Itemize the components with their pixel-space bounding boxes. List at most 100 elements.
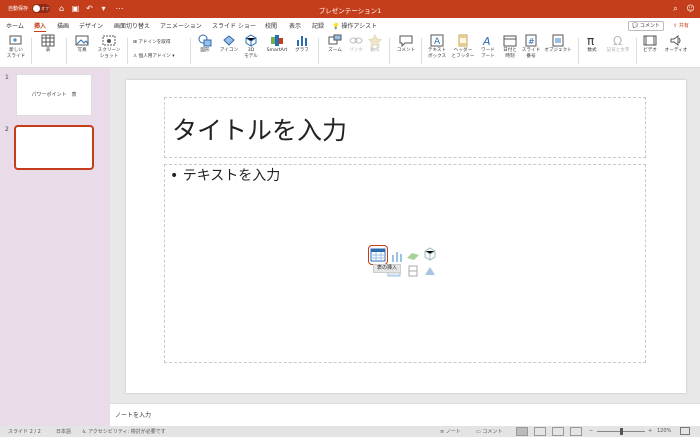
- normal-view-button[interactable]: [516, 427, 528, 436]
- insert-video-icon[interactable]: [408, 265, 418, 277]
- photo-button[interactable]: 写真: [70, 34, 94, 54]
- zoom-out-button[interactable]: −: [589, 428, 593, 434]
- tab-slideshow[interactable]: スライド ショー: [212, 21, 256, 30]
- slideshow-button[interactable]: [570, 427, 582, 436]
- tab-design[interactable]: デザイン: [79, 21, 103, 30]
- slide-number-button[interactable]: # スライド 番号: [520, 34, 542, 60]
- svg-text:π: π: [587, 34, 594, 47]
- equation-button[interactable]: π 数式: [582, 34, 602, 54]
- search-icon[interactable]: ⌕: [671, 4, 680, 13]
- icons-button[interactable]: アイコン: [218, 34, 240, 54]
- title-placeholder-text: タイトルを入力: [172, 116, 348, 145]
- slide-canvas[interactable]: タイトルを入力 • テキストを入力 表の挿入: [126, 80, 686, 393]
- comment-button[interactable]: 💬 コメント: [628, 21, 664, 31]
- tooltip: 表の挿入: [373, 264, 402, 273]
- zoom-button[interactable]: ズーム: [324, 34, 346, 54]
- header-footer-button[interactable]: ヘッダー とフッター: [450, 34, 476, 60]
- zoom-slider-thumb[interactable]: [620, 428, 623, 435]
- wordart-button[interactable]: A ワード アート: [477, 34, 499, 60]
- tab-draw[interactable]: 描画: [57, 21, 69, 30]
- tab-home[interactable]: ホーム: [6, 21, 24, 30]
- table-icon: [41, 34, 55, 47]
- fit-to-window-button[interactable]: [680, 427, 690, 435]
- slide-thumbnail-1[interactable]: パワーポイント 表: [16, 74, 92, 116]
- insert-3d-model-icon[interactable]: [423, 247, 437, 261]
- get-addins-button[interactable]: ⊞ アドインを取得: [133, 40, 189, 46]
- video-button[interactable]: ビデオ: [640, 34, 660, 54]
- notes-toggle[interactable]: ≡ ノート: [440, 428, 461, 435]
- 3d-models-button[interactable]: 3D モデル: [242, 34, 260, 60]
- chart-icon: [297, 36, 307, 46]
- omega-icon: Ω: [613, 34, 622, 47]
- zoom-level[interactable]: 120%: [657, 428, 671, 434]
- shapes-icon: [198, 34, 212, 47]
- pi-icon: π: [587, 34, 594, 47]
- insert-table-icon[interactable]: [368, 245, 388, 265]
- smartart-button[interactable]: SmartArt: [263, 34, 291, 54]
- speaker-icon: [670, 35, 681, 46]
- new-slide-icon: [9, 35, 22, 45]
- tab-animations[interactable]: アニメーション: [160, 21, 202, 30]
- tab-transitions[interactable]: 画面切り替え: [114, 21, 150, 30]
- shapes-button[interactable]: 図形: [195, 34, 215, 54]
- svg-text:A: A: [434, 37, 441, 47]
- star-icon: [368, 34, 382, 47]
- tab-view[interactable]: 表示: [289, 21, 301, 30]
- video-icon: [643, 35, 657, 46]
- slide-counter: スライド 2 / 2: [8, 429, 41, 435]
- textbox-icon: A: [430, 34, 444, 47]
- comment-insert-button[interactable]: コメント: [394, 34, 418, 54]
- language-status[interactable]: 日本語: [56, 428, 71, 435]
- wordart-icon: A: [482, 35, 491, 47]
- photo-icon: [75, 35, 89, 46]
- tab-tell-me[interactable]: 💡 操作アシスト: [332, 21, 377, 30]
- thumbnail-text: パワーポイント 表: [31, 92, 77, 98]
- audio-button[interactable]: オーディオ: [663, 34, 689, 54]
- smartart-icon: [271, 35, 283, 46]
- slide-sorter-button[interactable]: [534, 427, 546, 436]
- my-addins-button[interactable]: ♙ 個人用アドイン ▾: [133, 54, 189, 60]
- title-placeholder[interactable]: タイトルを入力: [164, 97, 646, 158]
- accessibility-status[interactable]: ♿ アクセシビリティ: 検討が必要です: [82, 428, 166, 435]
- slide-thumbnail-panel: 1 パワーポイント 表 2: [0, 68, 110, 426]
- window-title: プレゼンテーション1: [318, 7, 382, 15]
- screenshot-button[interactable]: スクリーン ショット: [95, 34, 123, 60]
- insert-chart-icon[interactable]: [391, 250, 403, 262]
- slide-number: 2: [5, 126, 9, 133]
- account-icon[interactable]: ☺: [686, 4, 695, 13]
- comments-toggle[interactable]: ▭ コメント: [476, 428, 502, 435]
- reading-view-button[interactable]: [552, 427, 564, 436]
- new-slide-button[interactable]: 新しい スライド: [4, 34, 28, 60]
- slide-number: 1: [5, 74, 9, 81]
- link-button[interactable]: リンク: [347, 34, 365, 54]
- ribbon-tabs: ホーム 挿入 描画 デザイン 画面切り替え アニメーション スライド ショー 校…: [0, 18, 700, 33]
- share-button[interactable]: ⇪ 共有: [667, 21, 695, 31]
- svg-text:A: A: [482, 35, 491, 47]
- header-footer-icon: [458, 34, 468, 47]
- svg-text:Ω: Ω: [613, 34, 622, 47]
- insert-icon-icon[interactable]: [423, 265, 437, 277]
- tab-review[interactable]: 校閲: [265, 21, 277, 30]
- zoom-in-button[interactable]: +: [648, 428, 652, 434]
- insert-smartart-icon[interactable]: [406, 250, 420, 262]
- table-button[interactable]: 表: [37, 34, 59, 54]
- date-time-button[interactable]: 日付と 時刻: [500, 34, 520, 60]
- screenshot-icon: [102, 35, 116, 46]
- object-button[interactable]: オブジェクト: [543, 34, 573, 54]
- action-button[interactable]: 動作: [366, 34, 384, 54]
- zoom-icon: [328, 34, 342, 45]
- chart-button[interactable]: グラフ: [292, 34, 312, 54]
- title-bar: 自動保存 オフ ⌂ ▣ ↶ ▾ ⋯ プレゼンテーション1 ⌕ ☺: [0, 0, 700, 18]
- comment-icon: [399, 35, 413, 47]
- status-bar: スライド 2 / 2 日本語 ♿ アクセシビリティ: 検討が必要です ≡ ノート…: [0, 426, 700, 437]
- tab-record[interactable]: 記録: [312, 21, 324, 30]
- textbox-button[interactable]: A テキスト ボックス: [425, 34, 449, 60]
- slide-thumbnail-2[interactable]: [14, 125, 94, 170]
- symbol-button[interactable]: Ω 記号と文字: [604, 34, 632, 54]
- slide-number-icon: #: [525, 34, 537, 47]
- content-placeholder-text: • テキストを入力: [170, 168, 281, 184]
- notes-pane[interactable]: ノートを入力: [110, 403, 700, 426]
- ribbon: 新しい スライド 表 写真 スクリーン ショット ⊞ アドインを取得 ♙ 個人用…: [0, 32, 700, 68]
- content-placeholder[interactable]: • テキストを入力 表の挿入: [164, 164, 646, 363]
- link-icon: [349, 37, 363, 44]
